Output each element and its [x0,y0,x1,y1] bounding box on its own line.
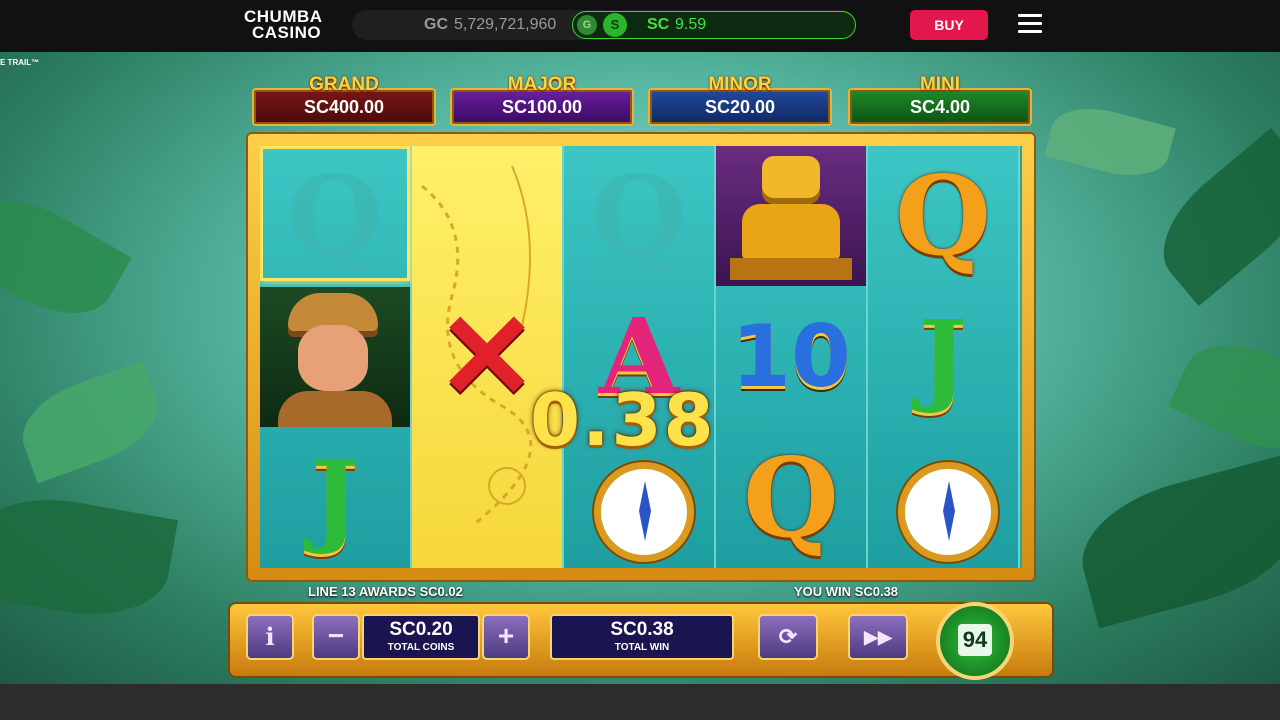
reel-area: Q J ✕ Q A 10 Q Q J [260,146,1022,568]
jackpot-mini: SC4.00 MINI [848,74,1032,130]
game-scene: E TRAIL™ SC400.00 GRAND SC100.00 MAJOR S… [0,52,1280,684]
reel-symbol: Q [260,146,410,286]
jackpot-major: SC100.00 MAJOR [450,74,634,130]
reel-symbol: J [260,428,410,568]
jackpot-minor: SC20.00 MINOR [648,74,832,130]
reel-3: Q A [564,146,716,568]
autoplay-button[interactable]: ⟳ [758,614,818,660]
you-win-message: YOU WIN SC0.38 [794,584,899,599]
total-coins-panel: SC0.20 TOTAL COINS [362,614,480,660]
refresh-icon: ⟳ [778,624,798,649]
compass-icon [594,462,694,562]
reel-2-expanded-map: ✕ [412,146,564,568]
hamburger-menu-icon[interactable] [1018,14,1042,34]
buy-button[interactable]: BUY [910,10,988,40]
spins-remaining: 94 [958,624,992,656]
jungle-leaf [0,485,179,629]
turbo-button[interactable]: ▶▶ [848,614,908,660]
jungle-leaf [1168,324,1280,470]
q-symbol: Q [895,151,991,280]
reel-symbol: Q [716,428,866,568]
compass-icon [898,462,998,562]
j-symbol: J [311,439,359,557]
reel-symbol: Q [564,146,714,286]
top-bar: CHUMBA CASINO GC 5,729,721,960 G S SC 9.… [0,0,1280,52]
total-coins-label: TOTAL COINS [387,642,455,653]
explorer-body [278,391,392,427]
total-win-panel: SC0.38 TOTAL WIN [550,614,734,660]
logo-line-2: CASINO [252,23,322,42]
q-symbol: Q [743,433,839,562]
reel-5: Q J [868,146,1020,568]
currency-toggle[interactable]: G S SC 9.59 [572,11,856,39]
total-win-label: TOTAL WIN [614,642,670,653]
increase-bet-button[interactable]: + [482,614,530,660]
golden-idol-symbol [716,146,866,286]
jackpot-name: MAJOR [507,74,577,95]
decrease-bet-button[interactable]: − [312,614,360,660]
gc-label: GC [424,16,448,33]
total-coins-value: SC0.20 [389,619,453,640]
line-award-message: LINE 13 AWARDS SC0.02 [308,584,463,599]
gc-balance: 5,729,721,960 [454,16,557,33]
reel-symbol: Q [868,146,1018,286]
spin-button[interactable]: 94 [936,602,1014,680]
bottom-strip [0,684,1280,720]
compass-symbol [868,428,1018,568]
idol-body [742,204,840,260]
reel-symbol: 10 [716,287,866,427]
chumba-casino-logo[interactable]: CHUMBA CASINO [244,8,334,43]
reel-frame: Q J ✕ Q A 10 Q Q J [248,134,1034,580]
explorer-face [298,325,368,391]
sc-balance: 9.59 [675,16,707,33]
jungle-leaf [0,178,132,336]
jungle-leaf [1068,455,1280,629]
idol-head [762,156,820,204]
idol-base [730,258,852,280]
q-symbol: Q [591,151,687,280]
jackpot-name: MINOR [708,74,772,95]
fast-forward-icon: ▶▶ [864,627,892,647]
balance-bar: GC 5,729,721,960 G S SC 9.59 [352,10,856,40]
gc-toggle-icon[interactable]: G [577,15,597,35]
sc-label: SC [647,16,670,33]
j-symbol: J [919,298,967,416]
jungle-leaf [1044,97,1176,187]
info-button[interactable]: i [246,614,294,660]
win-line-highlight [260,146,410,281]
game-title-fragment: E TRAIL™ [0,58,40,67]
jungle-leaf [10,360,170,484]
reel-symbol: J [868,287,1018,427]
reel-1: Q J [260,146,412,568]
reel-4: 10 Q [716,146,868,568]
ten-symbol: 10 [731,307,851,407]
sc-toggle-icon[interactable]: S [603,13,627,37]
jackpot-name: MINI [919,74,961,95]
win-amount-overlay: 0.38 [530,378,716,462]
jackpot-name: GRAND [309,74,379,95]
total-win-value: SC0.38 [610,619,674,640]
jackpot-grand: SC400.00 GRAND [252,74,436,130]
explorer-symbol [260,287,410,427]
control-bar: i − SC0.20 TOTAL COINS + SC0.38 TOTAL WI… [230,602,1052,680]
